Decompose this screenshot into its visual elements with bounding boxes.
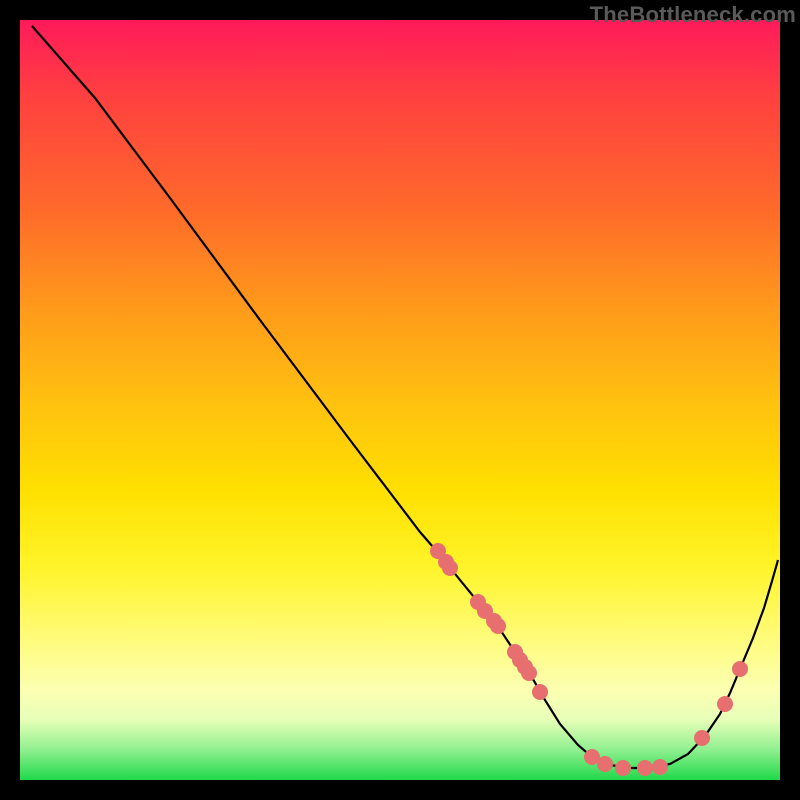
highlight-marker [442, 560, 458, 576]
highlight-marker [490, 618, 506, 634]
highlight-marker [694, 730, 710, 746]
highlight-marker [732, 661, 748, 677]
highlight-marker [521, 665, 537, 681]
highlight-marker [637, 760, 653, 776]
bottleneck-curve-line [32, 26, 778, 768]
highlight-marker [597, 756, 613, 772]
highlight-marker [717, 696, 733, 712]
chart-plot-area [20, 20, 780, 780]
chart-overlay-svg [20, 20, 780, 780]
highlight-marker [532, 684, 548, 700]
highlight-marker [652, 759, 668, 775]
highlight-marker [615, 760, 631, 776]
watermark-text: TheBottleneck.com [590, 2, 796, 28]
highlight-markers-group [430, 543, 748, 776]
